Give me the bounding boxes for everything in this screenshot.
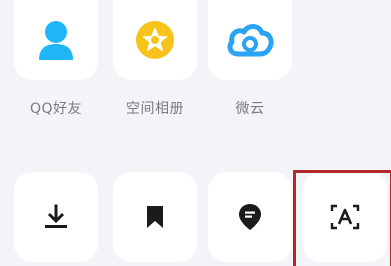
share-qq-friend-label: QQ好友 — [29, 101, 83, 117]
download-icon — [44, 204, 68, 230]
text-recognition-icon — [330, 204, 360, 230]
share-qzone-album-button[interactable] — [113, 0, 197, 80]
location-pin-icon — [238, 203, 262, 231]
qq-friend-icon — [36, 18, 76, 62]
share-weiyun-button[interactable] — [208, 0, 292, 80]
location-button[interactable] — [208, 172, 292, 262]
share-weiyun-label: 微云 — [235, 101, 265, 117]
share-qq-friend-button[interactable] — [14, 0, 98, 80]
text-recognition-button[interactable] — [303, 172, 387, 262]
bookmark-icon — [145, 205, 165, 229]
share-qzone-album-label: 空间相册 — [126, 101, 184, 117]
weiyun-cloud-icon — [226, 22, 274, 58]
qzone-album-icon — [133, 18, 177, 62]
bookmark-button[interactable] — [113, 172, 197, 262]
download-button[interactable] — [14, 172, 98, 262]
